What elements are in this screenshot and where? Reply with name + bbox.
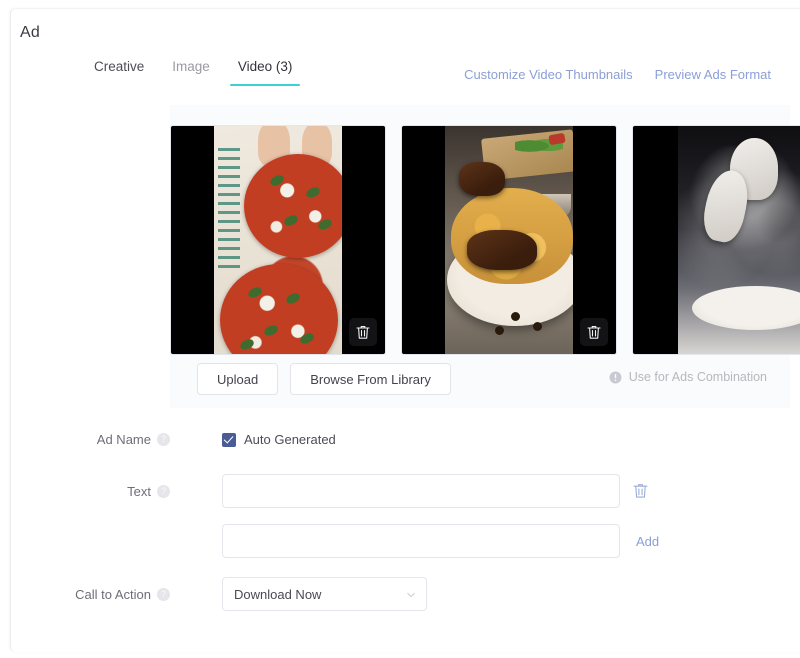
preview-ads-format-link[interactable]: Preview Ads Format — [655, 67, 771, 82]
help-icon[interactable]: ? — [157, 587, 170, 601]
text-input-2[interactable] — [222, 524, 620, 558]
help-icon[interactable]: ? — [157, 484, 170, 498]
text-field-area-secondary: Add — [222, 524, 659, 558]
video-thumbnail-preview — [214, 126, 342, 354]
use-for-ads-combination-toggle[interactable]: Use for Ads Combination — [609, 370, 767, 384]
ad-name-field-area: Auto Generated — [222, 432, 336, 447]
biryani-image — [445, 126, 573, 354]
call-to-action-selected-value: Download Now — [234, 586, 322, 602]
trash-icon — [633, 484, 648, 498]
text-label-group: Text ? — [50, 484, 170, 499]
delete-text-button[interactable] — [633, 483, 648, 499]
text-row: Text ? — [50, 474, 648, 508]
ad-name-row: Ad Name ? Auto Generated — [50, 432, 336, 447]
pizza-box-label — [218, 148, 240, 268]
browse-from-library-button[interactable]: Browse From Library — [290, 363, 451, 395]
call-to-action-label-group: Call to Action ? — [50, 587, 170, 602]
creative-tabs: Creative Image Video (3) — [80, 57, 306, 86]
tab-creative[interactable]: Creative — [80, 57, 158, 86]
pizza-image — [214, 126, 342, 354]
call-to-action-select[interactable]: Download Now — [222, 577, 427, 611]
pizza-shape — [220, 264, 338, 354]
video-media-panel: Upload Browse From Library Use for Ads C… — [170, 105, 800, 408]
add-text-link[interactable]: Add — [636, 534, 659, 549]
checkbox-box[interactable] — [222, 432, 236, 447]
call-to-action-field-area: Download Now — [222, 577, 427, 611]
header-links: Customize Video Thumbnails Preview Ads F… — [464, 67, 771, 82]
text-label: Text — [127, 483, 151, 499]
page-title: Ad — [20, 24, 40, 41]
dough-image — [677, 126, 800, 354]
use-for-ads-combination-label: Use for Ads Combination — [628, 370, 767, 384]
ad-name-label: Ad Name — [96, 432, 151, 447]
trash-icon — [356, 325, 370, 339]
dough-disc-shape — [691, 286, 800, 330]
tab-video[interactable]: Video (3) — [224, 57, 307, 86]
video-thumbnail-preview — [677, 126, 800, 354]
auto-generated-label: Auto Generated — [244, 432, 336, 447]
video-thumbnail-item[interactable] — [401, 125, 617, 355]
pizza-shape — [244, 154, 342, 258]
delete-thumbnail-button[interactable] — [349, 318, 377, 346]
video-thumbnail-preview — [445, 126, 573, 354]
video-thumbnail-item[interactable] — [170, 125, 386, 355]
meat-shape — [467, 230, 537, 270]
text-field-area — [222, 474, 648, 508]
delete-thumbnail-button[interactable] — [580, 318, 608, 346]
help-icon[interactable]: ? — [157, 433, 170, 446]
tab-image[interactable]: Image — [158, 57, 224, 86]
chevron-down-icon — [407, 592, 415, 598]
video-thumbnail-list — [170, 125, 800, 355]
media-action-buttons: Upload Browse From Library — [197, 363, 451, 395]
ad-editor-page: Ad Creative Image Video (3) Customize Vi… — [0, 0, 800, 658]
upload-button[interactable]: Upload — [197, 363, 279, 395]
text-input-1[interactable] — [222, 474, 620, 508]
call-to-action-row: Call to Action ? Download Now — [50, 577, 427, 611]
video-thumbnail-item[interactable] — [632, 125, 800, 355]
auto-generated-checkbox[interactable]: Auto Generated — [222, 432, 336, 447]
text-row-secondary: Add — [50, 524, 659, 558]
meat-shape — [459, 162, 505, 196]
trash-icon — [587, 325, 601, 339]
info-icon — [609, 371, 622, 383]
call-to-action-label: Call to Action — [75, 586, 151, 602]
customize-video-thumbnails-link[interactable]: Customize Video Thumbnails — [464, 67, 633, 82]
ad-name-label-group: Ad Name ? — [50, 432, 170, 447]
